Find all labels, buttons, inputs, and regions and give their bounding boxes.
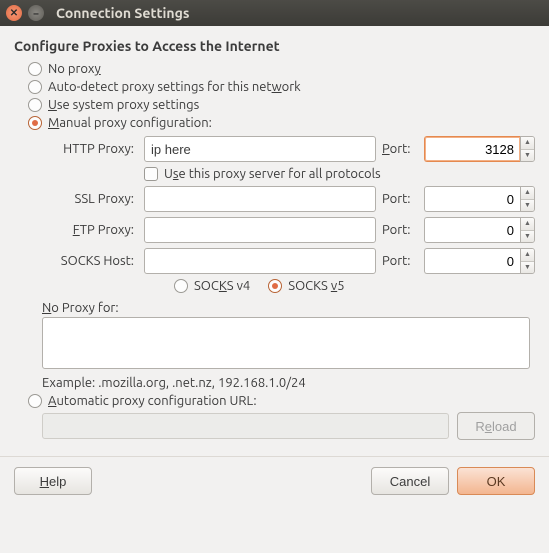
radio-socks-v5[interactable]: SOCKS v5 [268, 279, 344, 293]
radio-label: No proxy [48, 62, 101, 76]
close-icon[interactable]: ✕ [6, 5, 22, 21]
socks-version-row: SOCKS v4 SOCKS v5 [174, 279, 535, 293]
manual-proxy-form: HTTP Proxy: Port: ▲ ▼ Use this proxy ser… [42, 136, 535, 293]
spin-down-icon[interactable]: ▼ [521, 231, 534, 243]
port-label: Port: [382, 142, 418, 156]
radio-auto-config-url[interactable]: Automatic proxy configuration URL: [28, 394, 535, 408]
ssl-label: SSL Proxy: [42, 192, 138, 206]
checkbox-label: Use this proxy server for all protocols [164, 167, 381, 181]
spin-down-icon[interactable]: ▼ [521, 262, 534, 274]
no-proxy-label: No Proxy for: [42, 301, 535, 315]
radio-auto-detect[interactable]: Auto-detect proxy settings for this netw… [28, 80, 535, 94]
dialog-footer: Help Cancel OK [0, 456, 549, 507]
ftp-port-input[interactable] [424, 217, 520, 243]
socks-host-input[interactable] [144, 248, 376, 274]
ftp-label: FTP Proxy: [42, 223, 138, 237]
cancel-button[interactable]: Cancel [371, 467, 449, 495]
spin-down-icon[interactable]: ▼ [521, 200, 534, 212]
spin-up-icon[interactable]: ▲ [521, 137, 534, 150]
window-title: Connection Settings [56, 5, 189, 21]
radio-label: Use system proxy settings [48, 98, 199, 112]
minimize-icon[interactable]: – [28, 5, 44, 21]
auto-config-url-input [42, 413, 449, 439]
ok-button[interactable]: OK [457, 467, 535, 495]
page-heading: Configure Proxies to Access the Internet [14, 38, 535, 54]
radio-socks-v4[interactable]: SOCKS v4 [174, 279, 250, 293]
radio-icon-selected [28, 116, 42, 130]
socks-label: SOCKS Host: [42, 254, 138, 268]
ssl-proxy-row: SSL Proxy: Port: ▲ ▼ [42, 186, 535, 212]
spin-up-icon[interactable]: ▲ [521, 218, 534, 231]
radio-label: Auto-detect proxy settings for this netw… [48, 80, 301, 94]
no-proxy-input[interactable] [42, 317, 530, 369]
ssl-port-input[interactable] [424, 186, 520, 212]
port-label: Port: [382, 192, 418, 206]
radio-label: Automatic proxy configuration URL: [48, 394, 257, 408]
port-spinner[interactable]: ▲ ▼ [520, 248, 535, 274]
radio-label: SOCKS v4 [194, 279, 250, 293]
radio-manual[interactable]: Manual proxy configuration: [28, 116, 535, 130]
port-spinner[interactable]: ▲ ▼ [520, 186, 535, 212]
port-label: Port: [382, 223, 418, 237]
help-button[interactable]: Help [14, 467, 92, 495]
ftp-proxy-row: FTP Proxy: Port: ▲ ▼ [42, 217, 535, 243]
http-port-input[interactable] [424, 136, 520, 162]
radio-icon [174, 279, 188, 293]
radio-icon [28, 80, 42, 94]
http-proxy-input[interactable] [144, 136, 376, 162]
socks-port-input[interactable] [424, 248, 520, 274]
dialog-content: Configure Proxies to Access the Internet… [0, 26, 549, 452]
spin-up-icon[interactable]: ▲ [521, 249, 534, 262]
radio-icon [28, 394, 42, 408]
socks-host-row: SOCKS Host: Port: ▲ ▼ [42, 248, 535, 274]
port-label: Port: [382, 254, 418, 268]
radio-icon-selected [268, 279, 282, 293]
http-label: HTTP Proxy: [42, 142, 138, 156]
checkbox-icon [144, 167, 158, 181]
spin-down-icon[interactable]: ▼ [521, 150, 534, 162]
radio-icon [28, 62, 42, 76]
port-spinner[interactable]: ▲ ▼ [520, 217, 535, 243]
radio-use-system[interactable]: Use system proxy settings [28, 98, 535, 112]
radio-label: SOCKS v5 [288, 279, 344, 293]
auto-config-row: Reload [42, 412, 535, 440]
http-proxy-row: HTTP Proxy: Port: ▲ ▼ [42, 136, 535, 162]
radio-label: Manual proxy configuration: [48, 116, 212, 130]
radio-icon [28, 98, 42, 112]
ssl-proxy-input[interactable] [144, 186, 376, 212]
reload-button: Reload [457, 412, 535, 440]
ftp-proxy-input[interactable] [144, 217, 376, 243]
use-for-all-checkbox-row[interactable]: Use this proxy server for all protocols [144, 167, 535, 181]
radio-no-proxy[interactable]: No proxy [28, 62, 535, 76]
no-proxy-example: Example: .mozilla.org, .net.nz, 192.168.… [42, 376, 535, 390]
spin-up-icon[interactable]: ▲ [521, 187, 534, 200]
port-spinner[interactable]: ▲ ▼ [520, 136, 535, 162]
titlebar: ✕ – Connection Settings [0, 0, 549, 26]
